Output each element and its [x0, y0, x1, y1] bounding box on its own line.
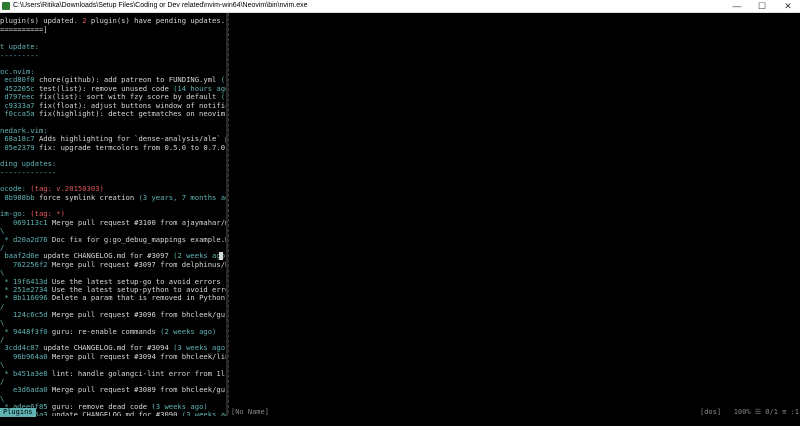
commit-hash: 96b964a0 [0, 352, 48, 361]
log-text: ding updates: [0, 159, 57, 168]
log-text: (3 years, 7 months ago) [138, 193, 226, 202]
log-text: fix: upgrade termcolors from 0.5.0 to 0.… [38, 143, 226, 152]
log-text: Delete a param that is removed in Python… [51, 293, 226, 302]
log-line: * 9448f3f0 guru: re-enable commands (2 w… [0, 327, 216, 336]
log-text: update CHANGELOG.md for #3097 [38, 251, 174, 260]
commit-hash: 762256f2 [0, 260, 48, 269]
commit-hash: * b451a3e8 [0, 369, 48, 378]
log-text: plugin(s) have pending updates. [86, 16, 226, 25]
log-text: fix(highlight): detect getmatches on neo… [38, 109, 226, 118]
log-line: t update: [0, 42, 39, 51]
log-text: update CHANGELOG.md for #3094 [38, 343, 174, 352]
log-text: ------------- [0, 168, 57, 177]
log-line: --------- [0, 51, 39, 60]
log-line: * 8b116096 Delete a param that is remove… [0, 293, 226, 302]
log-text: (tag: v.20150303) [30, 184, 104, 193]
log-text: --------- [0, 51, 39, 60]
log-line: \ [0, 268, 4, 277]
log-text: plugin(s) updated. [0, 16, 83, 25]
statusline-mode-plugins: Plugins [0, 408, 36, 417]
log-line: 68a18c7 Adds highlighting for `dense-ana… [0, 134, 226, 143]
log-line: plugin(s) updated. 2 plugin(s) have pend… [0, 16, 225, 25]
log-text: \ [0, 226, 5, 235]
log-line: * b451a3e8 lint: handle golangci-lint er… [0, 369, 226, 378]
log-line: im-go: (tag: *) [0, 209, 65, 218]
plugin-update-log-pane[interactable]: plugin(s) updated. 2 plugin(s) have pend… [0, 13, 226, 416]
log-line: 05e2379 fix: upgrade termcolors from 0.5… [0, 143, 226, 152]
log-line: ocode: (tag: v.20150303) [0, 184, 104, 193]
log-line: \ [0, 226, 4, 235]
window-title: C:\Users\Ritika\Downloads\Setup Files\Co… [13, 2, 308, 9]
commit-hash: baaf2d6e [0, 251, 39, 260]
log-line: ------------- [0, 168, 56, 177]
log-line: d797eec fix(list): sort with fzy score b… [0, 92, 226, 101]
log-text: im-go: [0, 209, 31, 218]
log-line: 8b988bb force symlink creation (3 years,… [0, 193, 226, 202]
close-button[interactable]: ✕ [776, 0, 800, 12]
log-text: \ [0, 268, 5, 277]
log-line: ding updates: [0, 159, 56, 168]
statusline: Plugins [No Name] [dos] 100% ☰ 0/1 ≡ :1 [0, 408, 800, 417]
log-text: chore(github): add patreon to FUNDING.ym… [34, 75, 221, 84]
log-text: (tag: *) [30, 209, 65, 218]
log-line: 069113c1 Merge pull request #3100 from a… [0, 218, 226, 227]
log-line: baaf2d6e update CHANGELOG.md for #3097 (… [0, 251, 226, 260]
log-line: ==========] [0, 25, 48, 34]
commit-hash: 124c6c5d [0, 310, 48, 319]
log-line: ecd80f0 chore(github): add patreon to FU… [0, 75, 226, 84]
commit-hash: 68a18c7 [0, 134, 35, 143]
log-line: 96b964a0 Merge pull request #3094 from b… [0, 352, 226, 361]
commit-hash: e3d6ada0 [0, 385, 48, 394]
text-cursor [219, 252, 223, 260]
log-text: fix(list): sort with fzy score by defaul… [34, 92, 221, 101]
log-text: guru: re-enable commands [47, 327, 161, 336]
log-text: \ [0, 318, 5, 327]
commit-hash: * 8b116096 [0, 293, 48, 302]
commit-hash: 8b988bb [0, 193, 35, 202]
log-line: 762256f2 Merge pull request #3097 from d… [0, 260, 226, 269]
commit-hash: 05e2379 [0, 143, 35, 152]
commit-hash: ecd80f0 [0, 75, 35, 84]
empty-buffer-pane[interactable] [230, 13, 800, 413]
log-text: Merge pull request #3096 from bhcleek/gu… [51, 310, 226, 319]
log-text: Doc fix for g:go_debug_mappings example.… [51, 235, 226, 244]
log-text: ==========] [0, 25, 48, 34]
log-text: Merge pull request #3097 from delphinus/… [51, 260, 226, 269]
log-text: ocode: [0, 184, 31, 193]
maximize-button[interactable]: ☐ [750, 0, 774, 12]
log-text: force symlink creation [34, 193, 139, 202]
minimize-button[interactable]: — [725, 0, 749, 12]
log-line: 3cdd4c87 update CHANGELOG.md for #3094 (… [0, 343, 226, 352]
log-text: t update: [0, 42, 39, 51]
commit-hash: d797eec [0, 92, 35, 101]
log-text: \ [0, 360, 5, 369]
log-line: * d20a2d76 Doc fix for g:go_debug_mappin… [0, 235, 226, 244]
log-line: \ [0, 318, 4, 327]
log-text: Adds highlighting for `dense-analysis/al… [38, 134, 226, 143]
commit-hash: 3cdd4c87 [0, 343, 39, 352]
statusline-buffer-name: [No Name] [231, 408, 269, 416]
commit-hash: * 9448f3f0 [0, 327, 48, 336]
log-text: Merge pull request #3100 from ajaymahar/… [51, 218, 226, 227]
log-text: (2 weeks ago) [160, 327, 217, 336]
log-text: Merge pull request #3089 from bhcleek/gu… [51, 385, 226, 394]
log-text: lint: handle golangci-lint error from 1l… [47, 369, 226, 378]
log-line: \ [0, 360, 4, 369]
log-line: f0cca5a fix(highlight): detect getmatche… [0, 109, 226, 118]
commit-hash: 069113c1 [0, 218, 48, 227]
commit-hash: f0cca5a [0, 109, 35, 118]
window-titlebar: C:\Users\Ritika\Downloads\Setup Files\Co… [0, 0, 800, 13]
log-text: (3 weeks ago) [173, 343, 226, 352]
log-line: e3d6ada0 Merge pull request #3089 from b… [0, 385, 226, 394]
commit-hash: * d20a2d76 [0, 235, 48, 244]
statusline-file-info: [dos] 100% ☰ 0/1 ≡ :1 [700, 408, 799, 416]
log-line: 124c6c5d Merge pull request #3096 from b… [0, 310, 226, 319]
nvim-app-icon [2, 2, 10, 10]
log-text: Merge pull request #3094 from bhcleek/li… [51, 352, 226, 361]
